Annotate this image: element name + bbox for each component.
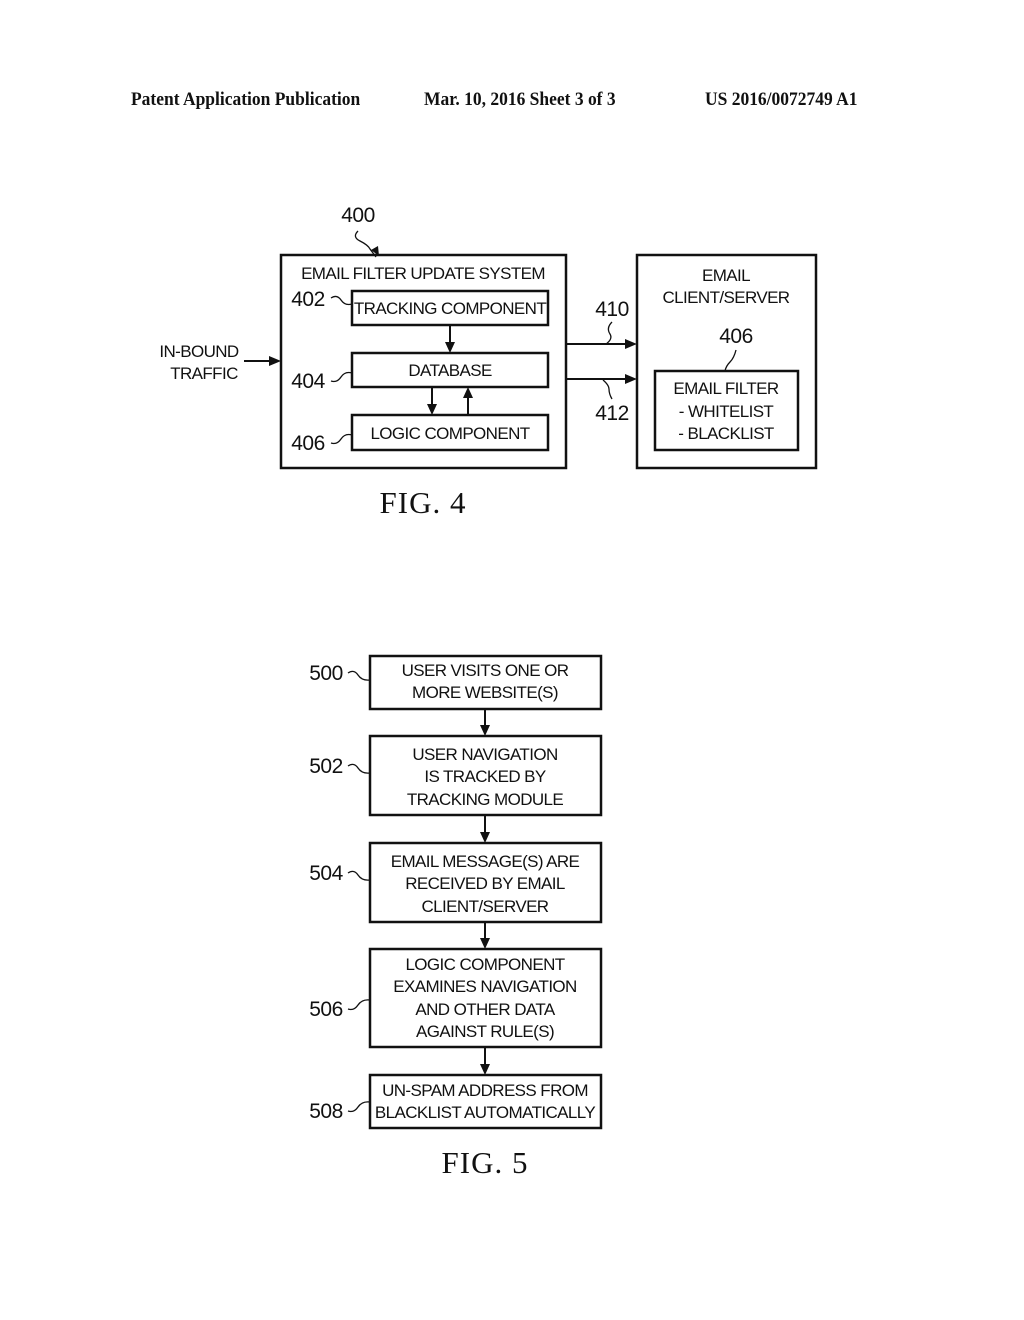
inbound-label-line2: TRAFFIC	[170, 364, 238, 383]
ref-402-leader	[330, 295, 353, 306]
ref-504-leader	[347, 870, 371, 881]
ref-400: 400	[341, 204, 375, 227]
tracking-to-database-arrowhead	[445, 342, 455, 353]
fig4-diagram: 400 IN-BOUND TRAFFIC EMAIL FILTER UPDATE…	[159, 204, 818, 520]
ref-406-filter-leader	[724, 349, 737, 372]
ref-404: 404	[291, 370, 325, 393]
email-filter-line3: - BLACKLIST	[678, 424, 774, 443]
ref-404-leader	[330, 371, 353, 383]
ref-500: 500	[309, 662, 343, 685]
ref-502: 502	[309, 755, 343, 778]
logic-to-database-arrowhead	[463, 387, 473, 398]
step-500-line2: MORE WEBSITE(S)	[412, 683, 558, 702]
ref-410: 410	[595, 298, 629, 321]
patent-figures: 400 IN-BOUND TRAFFIC EMAIL FILTER UPDATE…	[159, 204, 818, 1180]
arrow-506-508-head	[480, 1064, 490, 1075]
ref-406-logic: 406	[291, 432, 325, 455]
arrow-502-504-head	[480, 832, 490, 843]
ref-500-leader	[347, 670, 371, 681]
connection-412-arrowhead	[625, 374, 637, 384]
ref-508: 508	[309, 1100, 343, 1123]
ref-402: 402	[291, 288, 325, 311]
email-filter-line2: - WHITELIST	[679, 402, 774, 421]
logic-component-label: LOGIC COMPONENT	[370, 424, 529, 443]
system-title: EMAIL FILTER UPDATE SYSTEM	[301, 264, 545, 283]
ref-412: 412	[595, 402, 629, 425]
arrow-504-506-head	[480, 938, 490, 949]
step-508-line2: BLACKLIST AUTOMATICALLY	[375, 1103, 595, 1122]
ref-504: 504	[309, 862, 343, 885]
ref-506-leader	[347, 999, 371, 1011]
ref-410-leader	[605, 321, 613, 345]
step-504-line2: RECEIVED BY EMAIL	[405, 874, 565, 893]
step-506-line2: EXAMINES NAVIGATION	[393, 977, 577, 996]
ref-412-leader	[602, 379, 613, 400]
connection-410-arrowhead	[625, 339, 637, 349]
inbound-arrowhead	[269, 356, 281, 366]
ref-400-leader	[354, 230, 377, 258]
inbound-label-line1: IN-BOUND	[159, 342, 239, 361]
ref-502-leader	[347, 763, 371, 774]
step-504-line1: EMAIL MESSAGE(S) ARE	[391, 852, 580, 871]
arrow-500-502-head	[480, 725, 490, 736]
email-filter-line1: EMAIL FILTER	[673, 379, 779, 398]
step-506-line1: LOGIC COMPONENT	[405, 955, 564, 974]
tracking-component-label: TRACKING COMPONENT	[354, 299, 546, 318]
database-to-logic-arrowhead	[427, 404, 437, 415]
fig5-flowchart: 500 USER VISITS ONE OR MORE WEBSITE(S) 5…	[309, 654, 603, 1180]
fig4-caption: FIG. 4	[380, 485, 467, 520]
step-502-line2: IS TRACKED BY	[424, 767, 546, 786]
client-title-line2: CLIENT/SERVER	[663, 288, 790, 307]
step-508-line1: UN-SPAM ADDRESS FROM	[382, 1081, 588, 1100]
step-502-line1: USER NAVIGATION	[412, 745, 557, 764]
ref-506: 506	[309, 998, 343, 1021]
ref-406-logic-leader	[330, 433, 353, 445]
step-502-line3: TRACKING MODULE	[407, 790, 564, 809]
fig5-caption: FIG. 5	[442, 1145, 529, 1180]
step-506-line4: AGAINST RULE(S)	[416, 1022, 554, 1041]
step-504-line3: CLIENT/SERVER	[422, 897, 549, 916]
database-label: DATABASE	[408, 361, 492, 380]
step-506-line3: AND OTHER DATA	[415, 1000, 556, 1019]
client-title-line1: EMAIL	[702, 266, 750, 285]
ref-406-filter: 406	[719, 325, 753, 348]
step-500-line1: USER VISITS ONE OR	[402, 661, 569, 680]
ref-508-leader	[347, 1101, 371, 1113]
